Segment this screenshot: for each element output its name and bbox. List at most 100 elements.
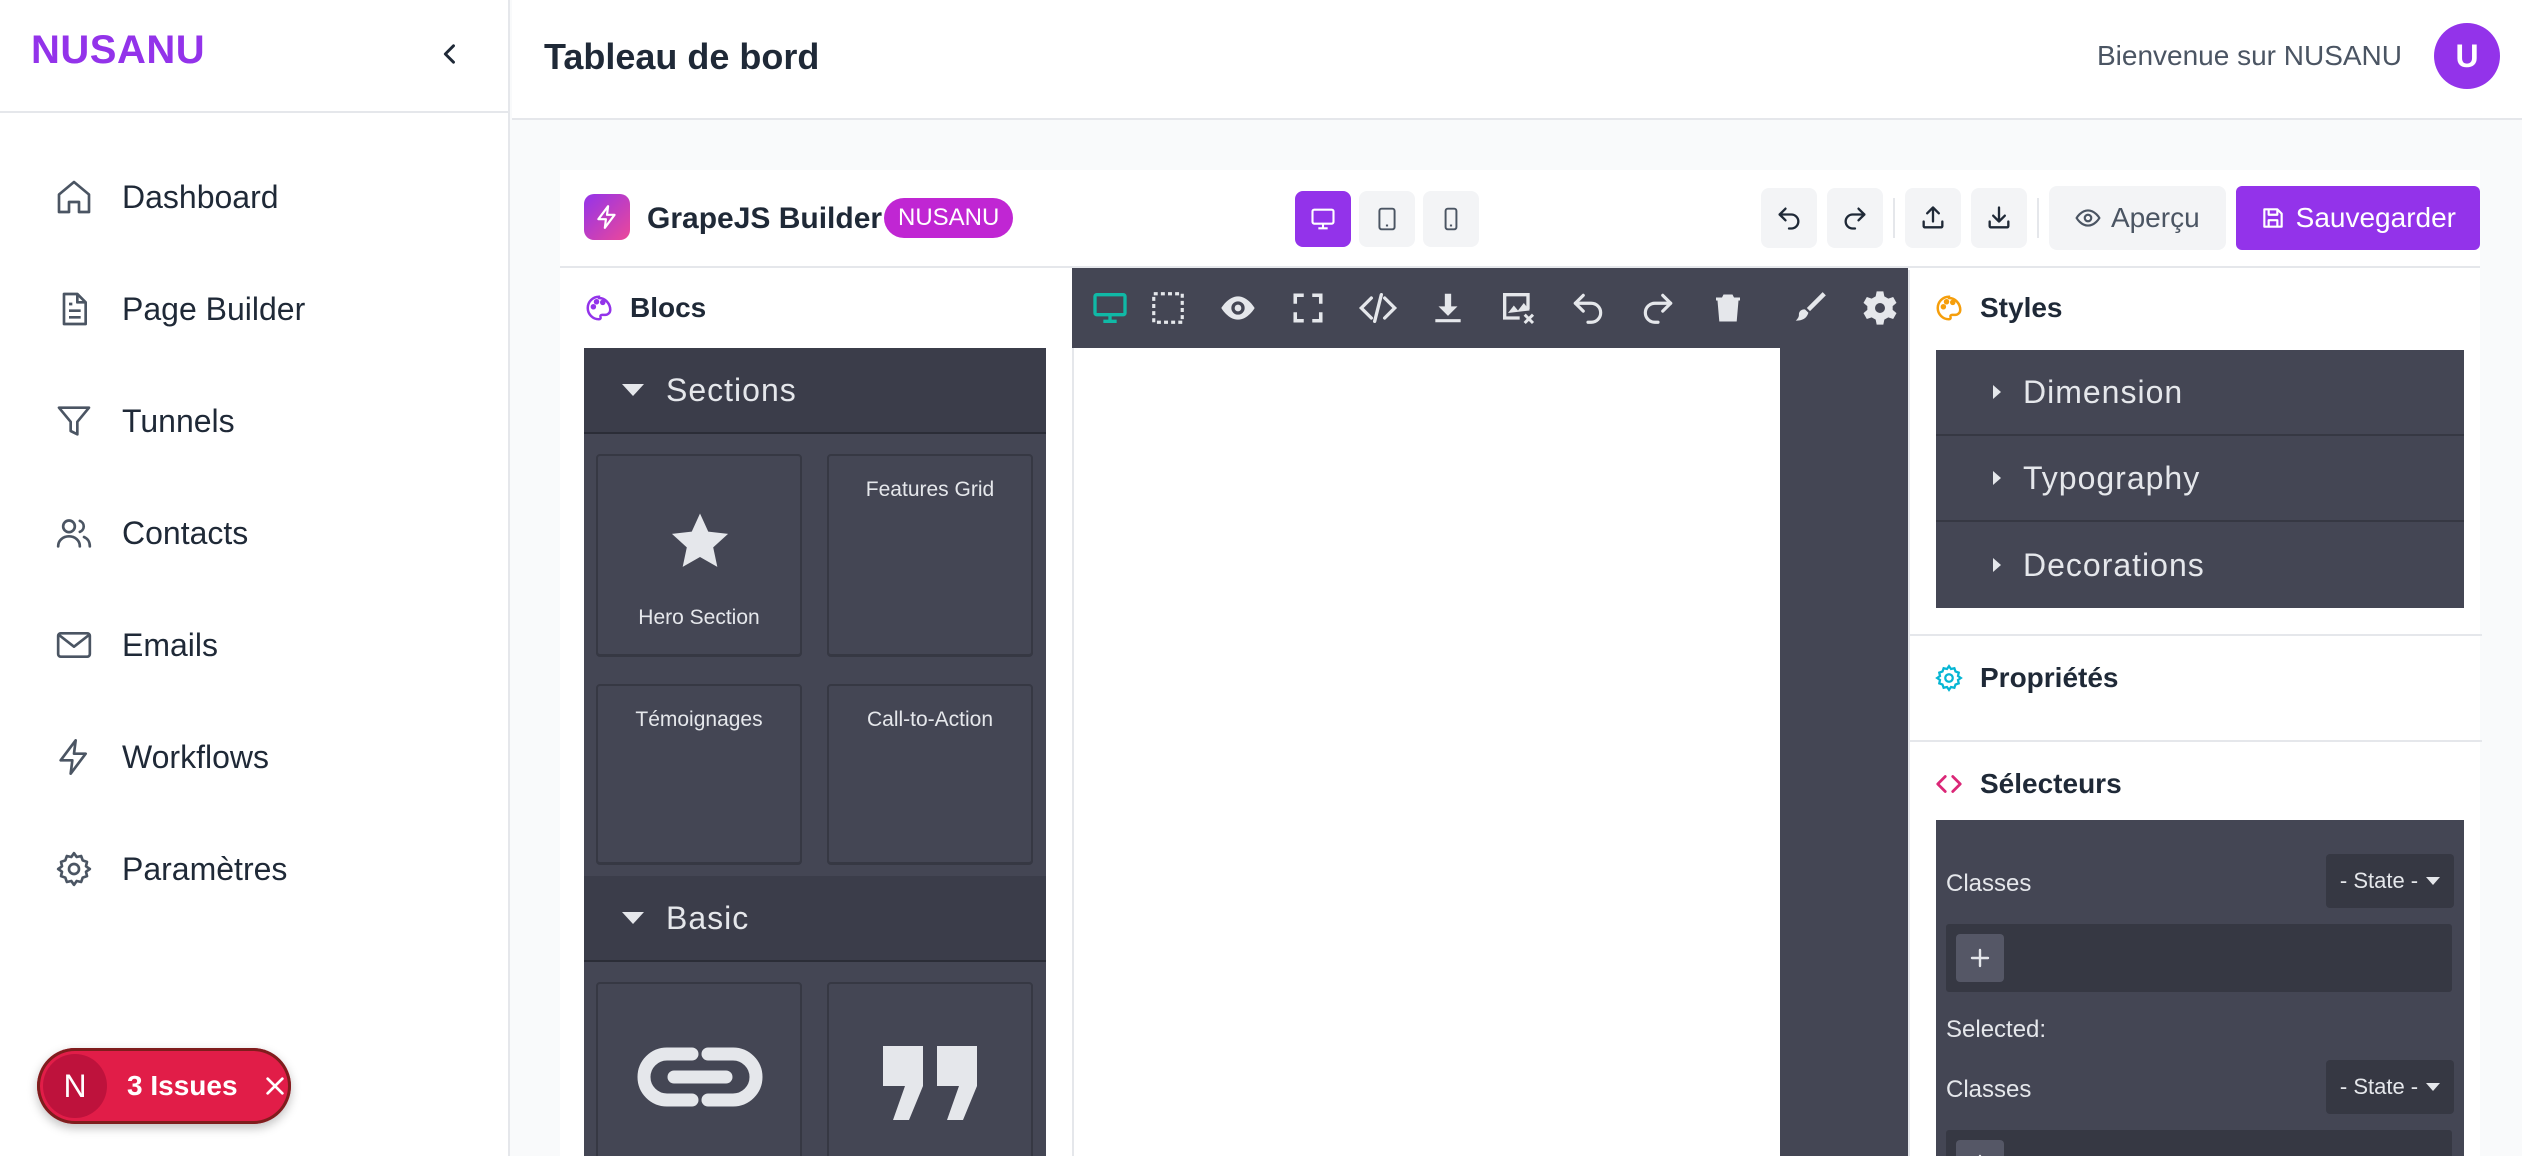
avatar[interactable]: U	[2434, 23, 2500, 89]
state-select[interactable]: - State -	[2326, 1060, 2454, 1114]
eye-icon	[1221, 296, 1255, 320]
sidebar-header: NUSANU	[0, 0, 508, 113]
monitor-icon	[1311, 208, 1335, 230]
sw-visibility-button[interactable]	[1078, 268, 1142, 348]
clear-images-button[interactable]	[1486, 268, 1550, 348]
block-call-to-action[interactable]: Call-to-Action	[827, 684, 1033, 864]
redo-button[interactable]	[1826, 188, 1883, 248]
link-icon	[637, 1047, 763, 1107]
block-features-grid[interactable]: Features Grid	[827, 454, 1033, 656]
block-category-sections[interactable]: Sections	[584, 348, 1046, 434]
state-select[interactable]: - State -	[2326, 854, 2454, 908]
classes-label: Classes	[1946, 870, 2032, 897]
sidebar-item-tunnels[interactable]: Tunnels	[40, 381, 470, 461]
code-icon	[1936, 775, 1962, 793]
export-button[interactable]	[1970, 188, 2027, 248]
users-icon	[56, 519, 92, 548]
redo-command-button[interactable]	[1626, 268, 1690, 348]
class-tags-field	[1946, 1130, 2452, 1156]
add-class-button[interactable]	[1956, 934, 2004, 982]
sidebar-item-parametres[interactable]: Paramètres	[40, 829, 470, 909]
sidebar-item-emails[interactable]: Emails	[40, 605, 470, 685]
clear-canvas-button[interactable]	[1696, 268, 1760, 348]
chevron-left-icon	[443, 44, 455, 64]
builder-logo-icon	[584, 194, 630, 240]
lightning-icon	[597, 205, 616, 229]
settings-button[interactable]	[1848, 268, 1912, 348]
toolbar-divider	[1892, 198, 1895, 238]
sidebar-item-label: Workflows	[122, 738, 269, 775]
undo-icon	[1778, 207, 1800, 230]
builder-actions: Aperçu Sauvegarder	[1751, 186, 2480, 250]
trash-icon	[1716, 294, 1740, 322]
plus-icon	[1970, 948, 1990, 968]
style-manager-button[interactable]	[1778, 268, 1842, 348]
undo-icon	[1573, 293, 1603, 324]
issues-count: 3 Issues	[127, 1070, 238, 1101]
editor-canvas[interactable]	[1072, 348, 1780, 1156]
block-temoignages[interactable]: Témoignages	[596, 684, 802, 864]
blocks-panel-title: Blocs	[584, 292, 706, 324]
save-icon	[2262, 208, 2283, 228]
nextjs-logo-icon: N	[43, 1054, 107, 1118]
sidebar-item-label: Tunnels	[122, 402, 235, 439]
smartphone-icon	[1444, 207, 1458, 231]
desktop-icon	[1093, 293, 1127, 323]
component-outline-button[interactable]	[1136, 268, 1200, 348]
issues-indicator[interactable]: N 3 Issues	[37, 1048, 291, 1124]
app-logo[interactable]: NUSANU	[31, 28, 205, 73]
builder-name: GrapeJS Builder	[647, 202, 883, 235]
sector-typography[interactable]: Typography	[1936, 436, 2464, 522]
device-switcher	[1295, 191, 1479, 247]
gear-icon	[56, 851, 92, 887]
view-code-button[interactable]	[1346, 268, 1410, 348]
blocks-container: Sections Hero Section Features Grid Témo…	[584, 348, 1046, 1156]
sidebar-item-workflows[interactable]: Workflows	[40, 717, 470, 797]
tablet-icon	[1378, 207, 1396, 231]
download-icon	[1435, 293, 1461, 323]
import-button[interactable]	[1904, 188, 1961, 248]
preview-button[interactable]: Aperçu	[2048, 186, 2226, 250]
undo-button[interactable]	[1760, 188, 1817, 248]
sidebar-item-contacts[interactable]: Contacts	[40, 493, 470, 573]
block-quote[interactable]	[827, 982, 1033, 1156]
caret-right-icon	[1993, 385, 2001, 399]
caret-right-icon	[1993, 471, 2001, 485]
builder-toolbar: GrapeJS Builder NUSANU Aperçu Sauvegarde…	[560, 170, 2480, 268]
block-link[interactable]	[596, 982, 802, 1156]
sidebar-item-label: Dashboard	[122, 178, 279, 215]
page-title: Tableau de bord	[544, 36, 820, 77]
selectors-panel-title[interactable]: Sélecteurs	[1934, 768, 2122, 800]
fullscreen-button[interactable]	[1276, 268, 1340, 348]
download-code-button[interactable]	[1416, 268, 1480, 348]
style-manager: Dimension Typography Decorations	[1936, 350, 2464, 608]
sidebar-item-page-builder[interactable]: Page Builder	[40, 269, 470, 349]
device-tablet-button[interactable]	[1359, 191, 1415, 247]
collapse-sidebar-button[interactable]	[430, 34, 470, 74]
close-issues-button[interactable]	[264, 1075, 286, 1097]
redo-icon	[1643, 293, 1673, 324]
undo-command-button[interactable]	[1556, 268, 1620, 348]
paint-brush-icon	[1795, 292, 1826, 321]
save-label: Sauvegarder	[2295, 202, 2456, 233]
styles-panel-title: Styles	[1934, 292, 2063, 324]
sidebar: NUSANU Dashboard Page Builder Tunnels Co…	[0, 0, 510, 1156]
device-mobile-button[interactable]	[1423, 191, 1479, 247]
properties-panel-title[interactable]: Propriétés	[1934, 662, 2119, 694]
editor-commands-bar	[1072, 268, 1908, 348]
right-panel: Styles Dimension Typography Decorations …	[1908, 270, 2482, 1156]
caret-down-icon	[622, 384, 644, 396]
preview-eye-button[interactable]	[1206, 268, 1270, 348]
sector-decorations[interactable]: Decorations	[1936, 522, 2464, 608]
builder-card: GrapeJS Builder NUSANU Aperçu Sauvegarde…	[560, 170, 2482, 1156]
sidebar-item-label: Emails	[122, 626, 219, 663]
divider	[1910, 740, 2482, 742]
sector-dimension[interactable]: Dimension	[1936, 350, 2464, 436]
block-category-basic[interactable]: Basic	[584, 876, 1046, 962]
block-hero-section[interactable]: Hero Section	[596, 454, 802, 656]
file-text-icon	[62, 292, 87, 326]
device-desktop-button[interactable]	[1295, 191, 1351, 247]
save-button[interactable]: Sauvegarder	[2235, 186, 2480, 250]
add-class-button[interactable]	[1956, 1140, 2004, 1156]
sidebar-item-dashboard[interactable]: Dashboard	[40, 157, 470, 237]
